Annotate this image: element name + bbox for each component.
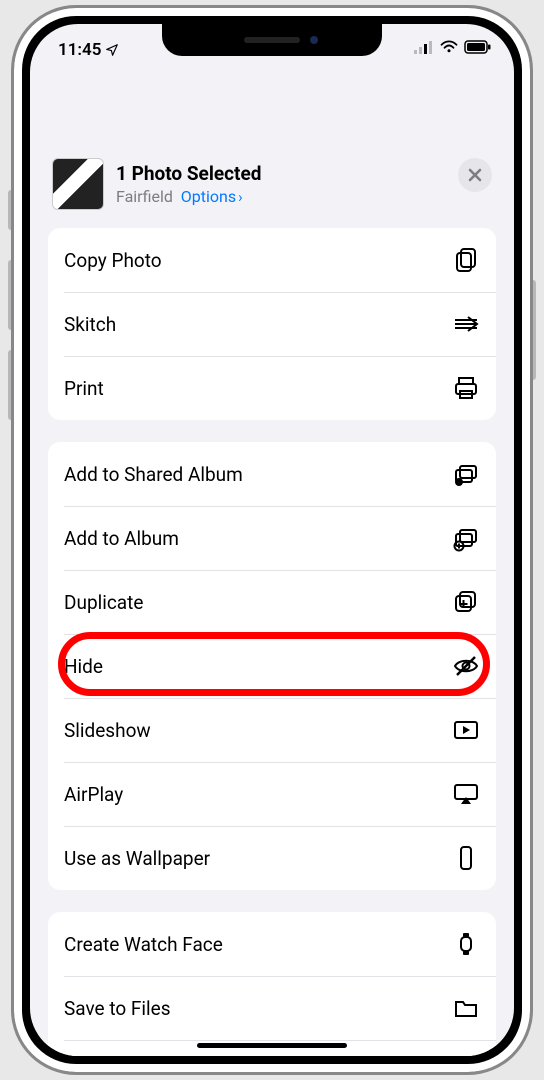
watch-icon <box>452 930 480 958</box>
action-label: Copy Photo <box>64 249 162 272</box>
action-label: Skitch <box>64 313 116 336</box>
action-skitch[interactable]: Skitch <box>48 292 496 356</box>
action-airplay[interactable]: AirPlay <box>48 762 496 826</box>
actions-list[interactable]: Copy Photo Skitch Print Add to Shared Album… <box>38 228 506 1056</box>
add-album-icon <box>452 524 480 552</box>
share-sheet: 1 Photo Selected Fairfield Options› Copy… <box>38 144 506 1056</box>
action-create-watch-face[interactable]: Create Watch Face <box>48 912 496 976</box>
battery-icon <box>464 40 492 54</box>
wallpaper-icon <box>452 844 480 872</box>
action-label: Add to Shared Album <box>64 463 243 486</box>
close-button[interactable] <box>458 158 492 192</box>
home-indicator[interactable] <box>197 1043 347 1048</box>
action-group: Add to Shared Album Add to Album Duplicate… <box>48 442 496 890</box>
action-label: AirPlay <box>64 783 123 806</box>
notch <box>162 24 382 56</box>
print-icon <box>452 374 480 402</box>
files-icon <box>452 994 480 1022</box>
action-duplicate[interactable]: Duplicate <box>48 570 496 634</box>
action-label: Save to Files <box>64 997 171 1020</box>
hide-icon <box>452 652 480 680</box>
shared-album-icon <box>452 460 480 488</box>
wifi-icon <box>440 40 458 54</box>
iphone-frame: 11:45 <box>14 8 530 1072</box>
action-add-to-shared-album[interactable]: Add to Shared Album <box>48 442 496 506</box>
action-add-to-album[interactable]: Add to Album <box>48 506 496 570</box>
options-button[interactable]: Options <box>181 187 236 206</box>
slideshow-icon <box>452 716 480 744</box>
action-label: Slideshow <box>64 719 151 742</box>
photo-thumbnail[interactable] <box>52 158 104 210</box>
duplicate-icon <box>452 588 480 616</box>
action-label: Add to Album <box>64 527 179 550</box>
tutorial-highlight <box>58 632 490 696</box>
screen: 11:45 <box>30 24 514 1056</box>
action-group: Copy Photo Skitch Print <box>48 228 496 420</box>
copy-icon <box>452 246 480 274</box>
action-label: Use as Wallpaper <box>64 847 210 870</box>
action-slideshow[interactable]: Slideshow <box>48 698 496 762</box>
action-label: Duplicate <box>64 591 143 614</box>
chevron-right-icon: › <box>238 188 243 206</box>
location-arrow-icon <box>105 43 119 57</box>
action-label: Hide <box>64 655 103 678</box>
share-sheet-header: 1 Photo Selected Fairfield Options› <box>38 144 506 228</box>
action-save-to-files[interactable]: Save to Files <box>48 976 496 1040</box>
action-hide[interactable]: Hide <box>48 634 496 698</box>
selection-title: 1 Photo Selected <box>116 162 261 185</box>
action-use-as-wallpaper[interactable]: Use as Wallpaper <box>48 826 496 890</box>
skitch-icon <box>452 310 480 338</box>
action-label: Print <box>64 377 104 400</box>
airplay-icon <box>452 780 480 808</box>
action-label: Create Watch Face <box>64 933 223 956</box>
action-print[interactable]: Print <box>48 356 496 420</box>
close-icon <box>467 167 483 183</box>
power-button[interactable] <box>530 280 536 380</box>
location-label: Fairfield <box>116 187 173 206</box>
selection-subtitle: Fairfield Options› <box>116 187 261 206</box>
cellular-icon <box>414 40 434 54</box>
action-group: Create Watch FaceSave to FilesAssign to … <box>48 912 496 1056</box>
status-time: 11:45 <box>58 40 101 60</box>
action-copy-photo[interactable]: Copy Photo <box>48 228 496 292</box>
